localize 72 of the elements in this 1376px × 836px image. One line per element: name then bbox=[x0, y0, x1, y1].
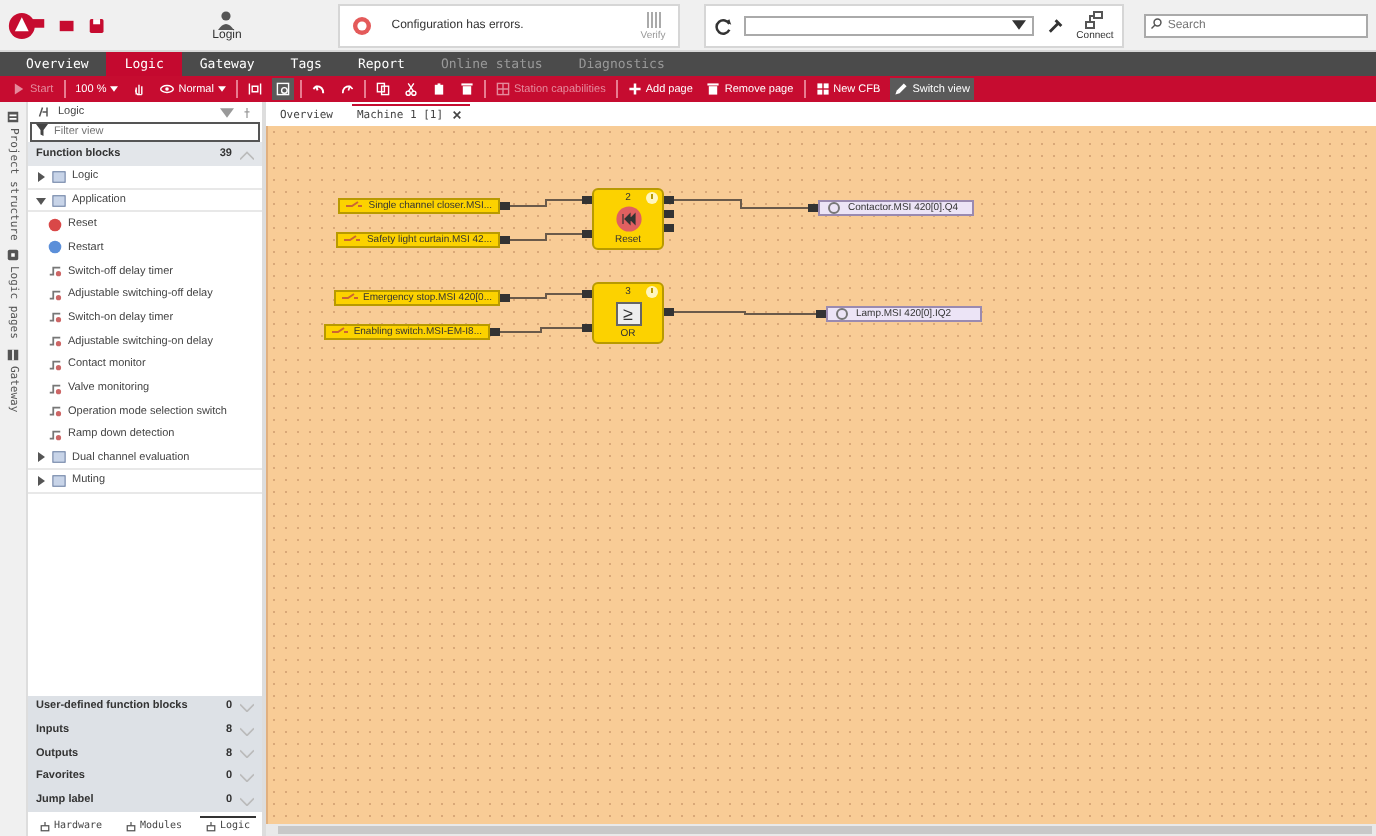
caret-icon bbox=[217, 86, 226, 92]
connection-line bbox=[499, 327, 583, 333]
copy-button[interactable] bbox=[371, 78, 394, 100]
warning-icon bbox=[646, 286, 658, 298]
fit-icon bbox=[247, 82, 262, 96]
paste-icon bbox=[431, 82, 446, 96]
function-block-icon bbox=[48, 310, 62, 325]
actuator-icon bbox=[826, 202, 842, 214]
pencil-icon bbox=[894, 82, 909, 96]
device-icon bbox=[205, 821, 216, 831]
plus-icon bbox=[627, 82, 642, 96]
zoom-icon bbox=[275, 82, 290, 96]
connection-line bbox=[509, 233, 583, 241]
collapsed-icon bbox=[36, 171, 46, 182]
device-icon bbox=[39, 821, 50, 831]
cut-icon bbox=[403, 82, 418, 96]
device-icon bbox=[125, 821, 136, 831]
copy-icon bbox=[375, 82, 390, 96]
collapsed-icon bbox=[36, 475, 46, 486]
caret-icon bbox=[220, 107, 234, 117]
function-block-icon bbox=[48, 287, 62, 302]
panel-icon bbox=[6, 110, 20, 124]
reset-icon bbox=[615, 206, 641, 232]
function-block-icon bbox=[48, 404, 62, 419]
connection-line bbox=[509, 293, 583, 299]
collapse-icon bbox=[240, 149, 254, 159]
gate-symbol: ≥ bbox=[615, 301, 641, 325]
panel-icon bbox=[6, 347, 20, 362]
connection-line bbox=[509, 199, 583, 207]
undo-icon bbox=[311, 82, 326, 96]
wrench-icon bbox=[1045, 15, 1065, 35]
station-icon bbox=[495, 82, 510, 96]
filter-icon bbox=[34, 124, 50, 136]
grid-icon bbox=[815, 82, 830, 96]
error-icon bbox=[351, 15, 372, 35]
function-block-icon bbox=[48, 381, 62, 396]
network-icon bbox=[1084, 9, 1105, 29]
redo-icon bbox=[339, 82, 354, 96]
refresh-icon bbox=[713, 15, 733, 35]
connection-line bbox=[673, 311, 817, 315]
function-block-icon bbox=[48, 334, 62, 349]
function-block-icon bbox=[48, 357, 62, 372]
verify-icon bbox=[643, 9, 664, 29]
connection-line bbox=[673, 199, 809, 209]
eye-icon bbox=[160, 82, 175, 96]
hand-icon bbox=[132, 82, 147, 96]
dropdown-caret-icon bbox=[1011, 20, 1026, 30]
sensor-icon bbox=[331, 326, 348, 338]
zoom-button[interactable] bbox=[271, 78, 294, 100]
sensor-icon bbox=[346, 200, 363, 212]
logic-icon bbox=[36, 106, 52, 118]
sensor-icon bbox=[341, 292, 358, 304]
collapsed-icon bbox=[36, 452, 46, 463]
fit-button[interactable] bbox=[243, 78, 266, 100]
search-icon bbox=[1147, 17, 1164, 29]
trash-icon bbox=[459, 82, 474, 96]
trash-button[interactable] bbox=[455, 78, 478, 100]
function-block-icon bbox=[48, 427, 62, 442]
warning-icon bbox=[646, 192, 658, 204]
user-icon bbox=[216, 9, 237, 29]
folder-icon bbox=[57, 15, 76, 35]
pin-icon bbox=[240, 107, 254, 117]
sensor-icon bbox=[344, 234, 361, 246]
save-icon bbox=[87, 15, 105, 35]
expanded-icon bbox=[36, 195, 46, 206]
cut-button[interactable] bbox=[399, 78, 422, 100]
play-icon bbox=[12, 82, 26, 96]
function-block-icon bbox=[48, 264, 62, 279]
caret-icon bbox=[110, 86, 119, 92]
actuator-icon bbox=[834, 308, 850, 320]
panel-icon bbox=[6, 248, 20, 263]
trash-icon bbox=[706, 82, 721, 96]
